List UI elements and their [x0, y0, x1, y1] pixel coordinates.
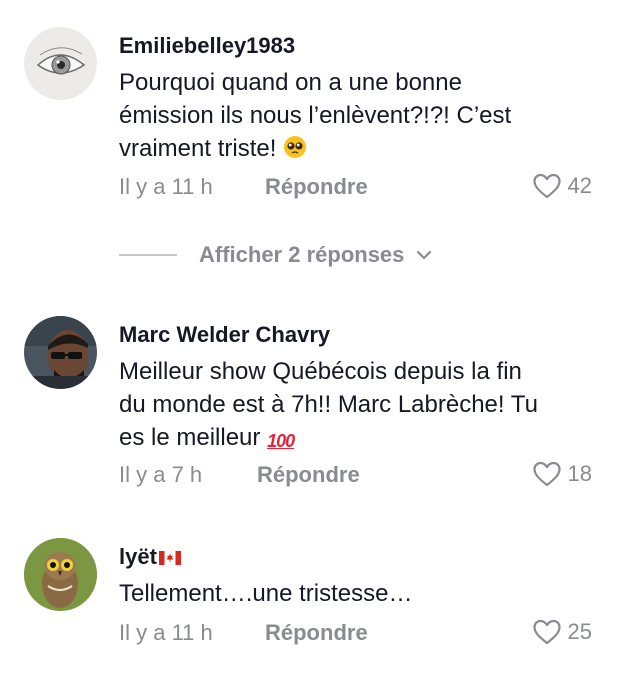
comment-text-line: du monde est à 7h!! Marc Labrèche! Tu [119, 391, 538, 418]
view-replies-row: Afficher 2 réponses [119, 240, 432, 270]
pleading-face-emoji-icon [284, 136, 307, 158]
user-avatar[interactable] [24, 316, 97, 389]
comment-text: Tellement….une tristesse… [119, 577, 599, 610]
canada-flag-icon [158, 551, 181, 566]
comment-text: Pourquoi quand on a une bonne émission i… [119, 66, 599, 165]
view-replies-button[interactable]: Afficher 2 réponses [199, 242, 432, 268]
comment-username[interactable]: Emiliebelley1983 [119, 33, 295, 59]
comment-text-line: Tellement….une tristesse… [119, 580, 413, 607]
comment-username[interactable]: lyët [119, 544, 181, 570]
user-avatar[interactable] [24, 538, 97, 611]
comment-text-segment: es le meilleur [119, 424, 268, 451]
heart-icon [532, 619, 561, 645]
comment-username[interactable]: Marc Welder Chavry [119, 322, 330, 348]
comment-text: Meilleur show Québécois depuis la fin du… [119, 355, 599, 458]
username-text: lyët [119, 544, 157, 569]
owl-avatar-icon [24, 538, 97, 611]
reply-button[interactable]: Répondre [265, 174, 368, 200]
comment-text-line: es le meilleur 100 [119, 421, 599, 458]
like-count: 18 [567, 461, 592, 486]
reply-button[interactable]: Répondre [265, 620, 368, 646]
comment-timestamp: Il y a 11 h [119, 620, 213, 645]
comment-text-line: émission ils nous l’enlèvent?!?! C’est [119, 102, 512, 129]
heart-icon [532, 461, 561, 487]
man-sunglasses-avatar-icon [24, 316, 97, 389]
user-avatar[interactable] [24, 27, 97, 100]
reply-button[interactable]: Répondre [257, 462, 360, 488]
view-replies-label: Afficher 2 réponses [199, 242, 405, 267]
comment-text-line: Pourquoi quand on a une bonne [119, 69, 462, 96]
divider-line [119, 254, 177, 256]
like-button[interactable]: 25 [532, 618, 592, 646]
comment-timestamp: Il y a 7 h [119, 462, 203, 487]
comment-timestamp: Il y a 11 h [119, 174, 213, 199]
like-button[interactable]: 42 [532, 172, 592, 200]
comment-text-line: Meilleur show Québécois depuis la fin [119, 358, 522, 385]
like-count: 42 [567, 173, 592, 198]
heart-icon [532, 173, 561, 199]
hundred-points-emoji-icon: 100 [267, 431, 295, 451]
like-count: 25 [567, 619, 592, 644]
comment-text-line: vraiment triste! [119, 132, 599, 165]
comment-text-segment: vraiment triste! [119, 135, 284, 162]
chevron-down-icon [416, 249, 432, 261]
like-button[interactable]: 18 [532, 460, 592, 488]
eye-sketch-avatar-icon [24, 27, 97, 100]
